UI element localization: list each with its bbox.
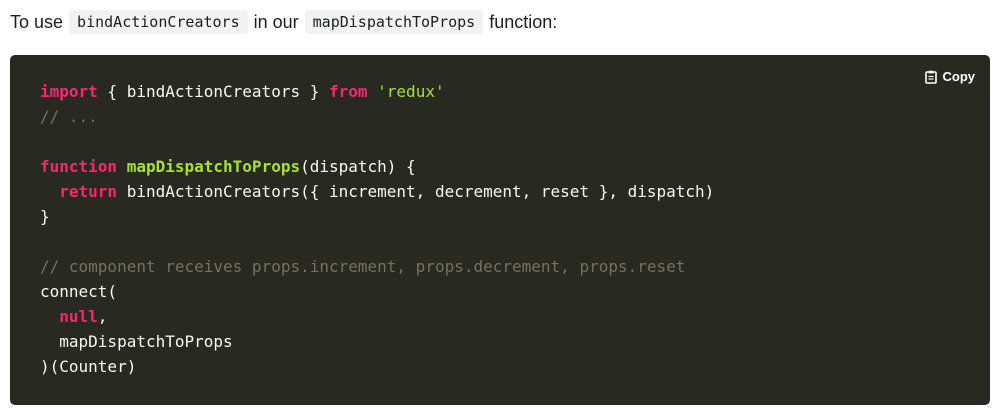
intro-text-after: function:: [489, 11, 558, 32]
intro-text-before: To use: [10, 11, 64, 32]
code-line-9: connect(: [40, 279, 714, 304]
intro-sentence: To use bindActionCreators in our mapDisp…: [10, 9, 557, 35]
inline-code-bindActionCreators: bindActionCreators: [69, 10, 248, 34]
code-text: { bindActionCreators }: [97, 82, 329, 101]
code-line-6: }: [40, 204, 714, 229]
keyword-from: from: [328, 82, 368, 101]
code-text: )(Counter): [40, 357, 137, 376]
copy-button-label: Copy: [942, 69, 976, 84]
code-line-11: mapDispatchToProps: [40, 329, 714, 354]
code-text: connect(: [40, 282, 118, 301]
code-line-1: import { bindActionCreators } from 'redu…: [40, 79, 714, 104]
string-redux: 'redux': [377, 82, 445, 101]
code-line-12: )(Counter): [40, 354, 714, 379]
code-line-4: function mapDispatchToProps(dispatch) {: [40, 154, 714, 179]
code-text: bindActionCreators({ increment, decremen…: [117, 182, 715, 201]
keyword-null: null: [59, 307, 98, 326]
code-line-2: // ...: [40, 104, 714, 129]
code-content: import { bindActionCreators } from 'redu…: [40, 79, 714, 379]
comment: // component receives props.increment, p…: [40, 257, 686, 276]
copy-button[interactable]: Copy: [924, 69, 976, 84]
code-line-10: null,: [40, 304, 714, 329]
keyword-function: function: [40, 157, 118, 176]
code-text: (dispatch) {: [300, 157, 416, 176]
keyword-import: import: [40, 82, 98, 101]
code-text: }: [40, 207, 50, 226]
comment: // ...: [40, 107, 98, 126]
inline-code-mapDispatchToProps: mapDispatchToProps: [304, 10, 484, 34]
code-line-5: return bindActionCreators({ increment, d…: [40, 179, 714, 204]
clipboard-icon: [924, 70, 937, 84]
code-text: mapDispatchToProps: [40, 332, 233, 351]
code-text: ,: [97, 307, 108, 326]
function-name: mapDispatchToProps: [126, 157, 301, 176]
code-line-8: // component receives props.increment, p…: [40, 254, 714, 279]
intro-text-middle: in our: [253, 11, 299, 32]
code-block: Copy import { bindActionCreators } from …: [10, 55, 990, 405]
keyword-return: return: [59, 182, 118, 201]
